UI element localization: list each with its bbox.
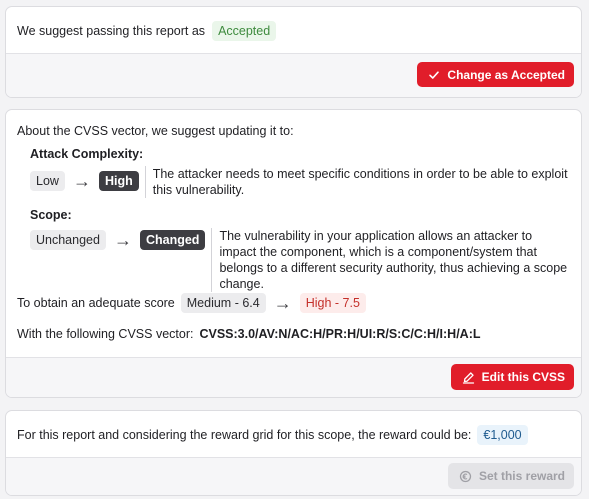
status-suggestion-text: We suggest passing this report as bbox=[17, 24, 206, 38]
vector-text: With the following CVSS vector: bbox=[17, 327, 194, 341]
set-reward-label: Set this reward bbox=[478, 469, 565, 483]
score-row: To obtain an adequate score Medium - 6.4… bbox=[17, 293, 366, 313]
status-suggestion-card: We suggest passing this report as Accept… bbox=[5, 6, 582, 98]
status-card-footer: Change as Accepted bbox=[6, 53, 581, 97]
attack-complexity-to-badge: High bbox=[98, 171, 139, 191]
change-as-accepted-button[interactable]: Change as Accepted bbox=[417, 62, 574, 87]
attack-complexity-from-badge: Low bbox=[30, 171, 65, 191]
reward-amount-badge: €1,000 bbox=[477, 425, 528, 445]
cvss-vector-value: CVSS:3.0/AV:N/AC:H/PR:H/UI:R/S:C/C:H/I:H… bbox=[199, 327, 481, 341]
arrow-right-icon: → bbox=[72, 171, 91, 191]
attack-complexity-description: The attacker needs to meet specific cond… bbox=[144, 166, 571, 198]
scope-to-badge: Changed bbox=[139, 230, 206, 250]
check-icon bbox=[428, 69, 440, 81]
scope-change: Unchanged → Changed The vulnerability in… bbox=[30, 228, 571, 292]
coin-icon bbox=[459, 470, 472, 483]
edit-cvss-label: Edit this CVSS bbox=[481, 370, 565, 384]
cvss-suggestion-card: About the CVSS vector, we suggest updati… bbox=[5, 109, 582, 398]
arrow-right-icon: → bbox=[273, 293, 292, 313]
scope-description: The vulnerability in your application al… bbox=[211, 228, 571, 292]
pencil-icon bbox=[462, 371, 475, 384]
edit-cvss-button[interactable]: Edit this CVSS bbox=[450, 364, 574, 390]
cvss-intro-text: About the CVSS vector, we suggest updati… bbox=[17, 124, 294, 138]
score-text: To obtain an adequate score bbox=[17, 296, 175, 310]
score-from-badge: Medium - 6.4 bbox=[180, 293, 266, 313]
vector-row: With the following CVSS vector: CVSS:3.0… bbox=[17, 327, 481, 341]
score-to-badge: High - 7.5 bbox=[299, 293, 366, 313]
set-reward-button[interactable]: Set this reward bbox=[447, 463, 574, 489]
attack-complexity-change: Low → High The attacker needs to meet sp… bbox=[30, 164, 571, 198]
reward-card-footer: Set this reward bbox=[6, 457, 581, 495]
attack-complexity-label: Attack Complexity: bbox=[30, 147, 144, 161]
reward-text: For this report and considering the rewa… bbox=[17, 428, 472, 442]
accepted-status-badge: Accepted bbox=[212, 21, 277, 41]
scope-label: Scope: bbox=[30, 208, 72, 222]
scope-from-badge: Unchanged bbox=[30, 230, 106, 250]
arrow-right-icon: → bbox=[113, 230, 132, 250]
reward-suggestion-card: For this report and considering the rewa… bbox=[5, 410, 582, 496]
cvss-card-footer: Edit this CVSS bbox=[6, 357, 581, 397]
change-as-accepted-label: Change as Accepted bbox=[447, 67, 565, 82]
